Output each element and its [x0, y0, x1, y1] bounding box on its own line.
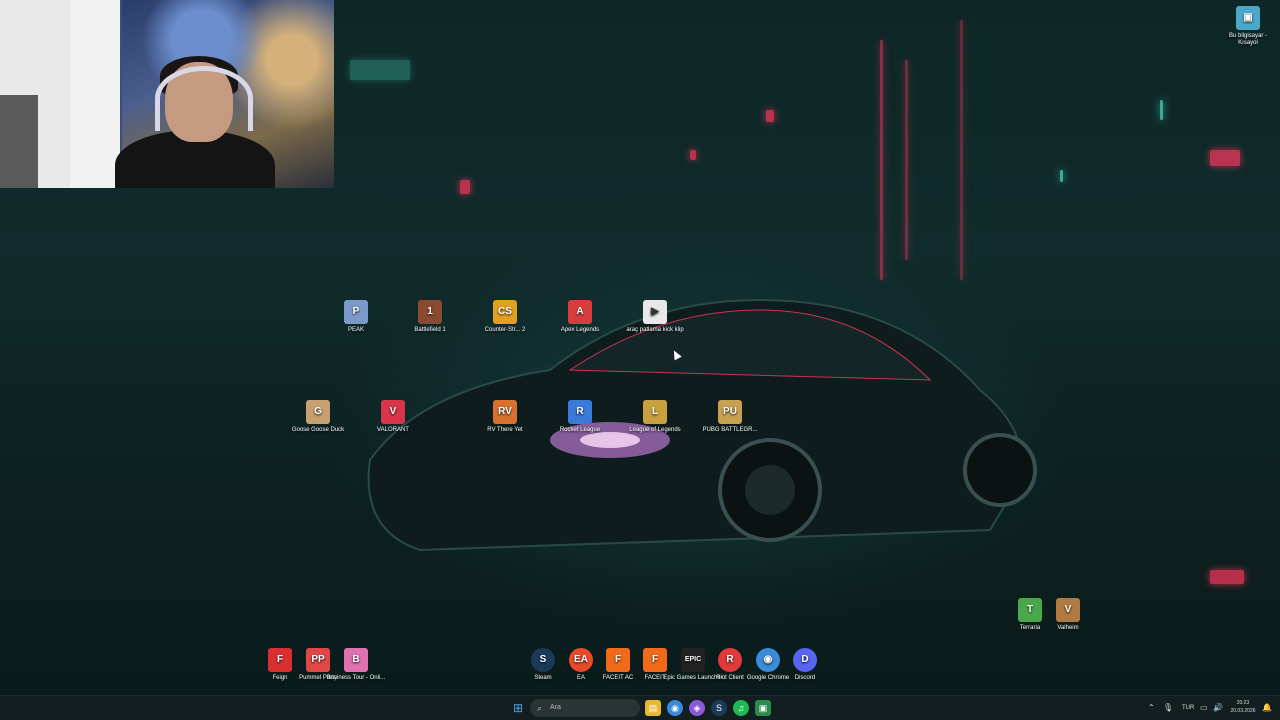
desktop-icon-label: Rocket League — [559, 427, 601, 433]
microphone-icon[interactable]: 🎙 — [1163, 696, 1173, 720]
desktop-icon-arac-patlama[interactable]: ▶ araç patlama kick klip — [623, 300, 687, 334]
taskbar-chrome-icon[interactable]: ◉ — [667, 700, 683, 716]
league-of-legends-icon: L — [643, 400, 667, 424]
taskbar-clock[interactable]: 20:23 20.03.2026 — [1228, 699, 1258, 715]
network-icon[interactable]: ▭ — [1200, 696, 1208, 720]
taskbar-app-icon[interactable]: ◈ — [689, 700, 705, 716]
desktop-icon-label: PEAK — [347, 327, 364, 333]
desktop-icon-rv-there-yet[interactable]: RV RV There Yet — [473, 400, 537, 434]
pubg-icon: PU — [718, 400, 742, 424]
desktop-icon-league-of-legends[interactable]: L League of Legends — [623, 400, 687, 434]
business-tour-icon: B — [344, 648, 368, 672]
desktop-icon-battlefield-1[interactable]: 1 Battlefield 1 — [398, 300, 462, 334]
desktop-icon-label: Counter-Str... 2 — [484, 327, 526, 333]
valorant-icon: V — [381, 400, 405, 424]
desktop-icon-label: RV There Yet — [487, 427, 523, 433]
desktop-icon-label: Goose Goose Duck — [291, 427, 345, 433]
desktop-icon-label: araç patlama kick klip — [626, 327, 684, 333]
taskbar-spotify-icon[interactable]: ♫ — [733, 700, 749, 716]
computer-icon: ▣ — [1236, 6, 1260, 30]
goose-icon: G — [306, 400, 330, 424]
taskbar-search-input[interactable]: ⌕ Ara — [530, 699, 640, 717]
desktop-icon-valheim[interactable]: V Valheim — [1036, 598, 1100, 632]
valheim-icon: V — [1056, 598, 1080, 622]
taskbar-app-icon[interactable]: ▣ — [755, 700, 771, 716]
counter-strike-icon: CS — [493, 300, 517, 324]
rv-there-yet-icon: RV — [493, 400, 517, 424]
desktop-icon-label: PUBG BATTLEGR... — [702, 427, 758, 433]
desktop-icon-label: Discord — [794, 675, 816, 681]
desktop-icon-discord[interactable]: D Discord — [773, 648, 837, 682]
desktop-icon-pubg[interactable]: PU PUBG BATTLEGR... — [698, 400, 762, 434]
desktop-icon-peak[interactable]: P PEAK — [324, 300, 388, 334]
windows-start-icon[interactable]: ⊞ — [510, 700, 526, 716]
language-indicator[interactable]: TUR — [1182, 696, 1194, 720]
desktop-icon-goose-goose-duck[interactable]: G Goose Goose Duck — [286, 400, 350, 434]
peak-icon: P — [344, 300, 368, 324]
desktop-icon-label: VALORANT — [377, 427, 409, 433]
desktop-icon-label: Apex Legends — [560, 327, 600, 333]
desktop-icon-label: Business Tour - Onli... — [326, 675, 386, 681]
webcam-overlay — [0, 0, 334, 188]
desktop-icon-label: League of Legends — [629, 427, 681, 433]
clock-date: 20.03.2026 — [1230, 708, 1256, 714]
magnifier-icon: ⌕ — [537, 703, 543, 713]
desktop-icon-counter-strike-2[interactable]: CS Counter-Str... 2 — [473, 300, 537, 334]
rocket-league-icon: R — [568, 400, 592, 424]
taskbar-explorer-icon[interactable]: ▤ — [645, 700, 661, 716]
desktop-icon-bu-bilgisayar[interactable]: ▣ Bu bilgisayar - Kısayol — [1222, 6, 1274, 47]
clock-time: 20:23 — [1236, 700, 1250, 706]
desktop-icon-valorant[interactable]: V VALORANT — [361, 400, 425, 434]
desktop-icon-business-tour[interactable]: B Business Tour - Onli... — [324, 648, 388, 682]
taskbar: ⊞ ⌕ Ara ▤ ◉ ◈ S ♫ ▣ ⌃ 🎙 TUR ▭ 🔊 20:23 20… — [0, 695, 1280, 720]
desktop-icon-label: Valheim — [1057, 625, 1079, 631]
volume-icon[interactable]: 🔊 — [1213, 696, 1223, 720]
search-placeholder: Ara — [550, 704, 561, 711]
desktop-icon-rocket-league[interactable]: R Rocket League — [548, 400, 612, 434]
taskbar-steam-icon[interactable]: S — [711, 700, 727, 716]
desktop-icon-label: Battlefield 1 — [414, 327, 446, 333]
video-file-icon: ▶ — [643, 300, 667, 324]
notification-bell-icon[interactable]: 🔔 — [1262, 696, 1272, 720]
desktop-icon-label: Bu bilgisayar - Kısayol — [1228, 33, 1267, 46]
battlefield-icon: 1 — [418, 300, 442, 324]
tray-overflow-chevron-icon[interactable]: ⌃ — [1148, 696, 1155, 720]
apex-legends-icon: A — [568, 300, 592, 324]
desktop-icon-apex-legends[interactable]: A Apex Legends — [548, 300, 612, 334]
discord-icon: D — [793, 648, 817, 672]
